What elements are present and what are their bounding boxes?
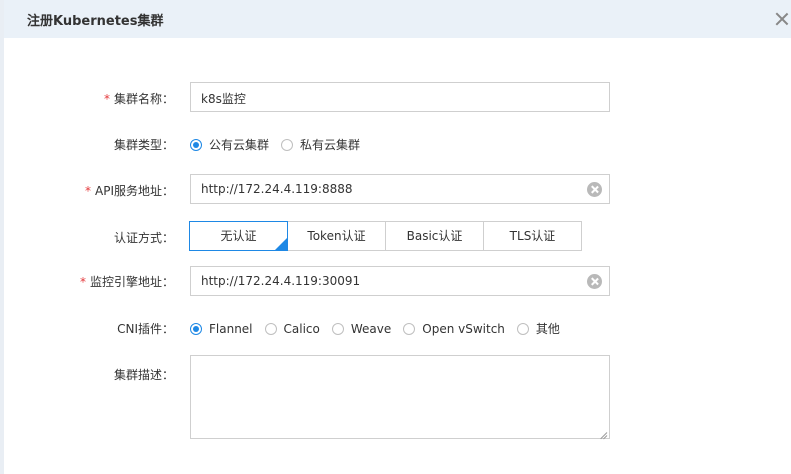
radio-checked-icon bbox=[190, 322, 202, 335]
auth-none-button[interactable]: 无认证 bbox=[189, 221, 288, 251]
cni-plugin-radio-group: Flannel Calico Weave Open vSwitch 其他 bbox=[190, 320, 572, 337]
radio-private-cloud[interactable]: 私有云集群 bbox=[281, 136, 360, 153]
radio-other[interactable]: 其他 bbox=[516, 320, 560, 337]
auth-tls-button[interactable]: TLS认证 bbox=[483, 221, 582, 251]
required-mark: * bbox=[85, 184, 91, 198]
dialog-header: 注册Kubernetes集群 bbox=[4, 0, 791, 38]
auth-token-button[interactable]: Token认证 bbox=[287, 221, 386, 251]
close-icon[interactable] bbox=[775, 12, 789, 26]
auth-basic-button[interactable]: Basic认证 bbox=[385, 221, 484, 251]
api-server-label-text: API服务地址： bbox=[95, 184, 174, 198]
radio-label: Open vSwitch bbox=[422, 321, 505, 336]
radio-weave[interactable]: Weave bbox=[331, 321, 392, 336]
required-mark: * bbox=[103, 92, 110, 106]
auth-method-segmented: 无认证 Token认证 Basic认证 TLS认证 bbox=[189, 221, 582, 251]
radio-open-vswitch[interactable]: Open vSwitch bbox=[403, 322, 505, 336]
clear-input-icon[interactable] bbox=[587, 182, 602, 197]
radio-unchecked-icon bbox=[403, 322, 416, 335]
monitor-engine-input[interactable]: http://172.24.4.119:30091 bbox=[190, 266, 610, 296]
required-mark: * bbox=[79, 275, 86, 289]
description-label: 集群描述： bbox=[113, 368, 174, 382]
monitor-engine-value: http://172.24.4.119:30091 bbox=[201, 274, 361, 288]
description-textarea[interactable] bbox=[190, 355, 610, 439]
cluster-name-value: k8s监控 bbox=[201, 92, 246, 106]
cluster-type-label: 集群类型： bbox=[113, 138, 174, 152]
cluster-name-label-text: 集群名称： bbox=[113, 92, 174, 106]
radio-unchecked-icon bbox=[516, 322, 529, 335]
api-server-input[interactable]: http://172.24.4.119:8888 bbox=[190, 174, 610, 204]
radio-calico[interactable]: Calico bbox=[264, 321, 320, 336]
radio-label: 私有云集群 bbox=[300, 138, 361, 152]
resize-handle-icon[interactable] bbox=[599, 428, 607, 436]
radio-unchecked-icon bbox=[331, 322, 344, 335]
radio-label: 公有云集群 bbox=[209, 138, 270, 152]
auth-method-label: 认证方式： bbox=[113, 231, 174, 245]
api-server-value: http://172.24.4.119:8888 bbox=[201, 182, 353, 196]
radio-public-cloud[interactable]: 公有云集群 bbox=[190, 136, 269, 153]
cluster-name-input[interactable]: k8s监控 bbox=[190, 82, 610, 112]
monitor-engine-label-text: 监控引擎地址： bbox=[89, 275, 174, 289]
cluster-type-radio-group: 公有云集群 私有云集群 bbox=[190, 136, 372, 153]
monitor-engine-label: * 监控引擎地址： bbox=[80, 273, 174, 290]
dialog-title: 注册Kubernetes集群 bbox=[27, 14, 164, 29]
radio-unchecked-icon bbox=[281, 138, 294, 151]
radio-label: Flannel bbox=[209, 321, 253, 336]
cluster-name-label: * 集群名称： bbox=[104, 90, 174, 107]
radio-unchecked-icon bbox=[264, 322, 277, 335]
cni-plugin-label: CNI插件： bbox=[117, 322, 174, 336]
clear-input-icon[interactable] bbox=[587, 274, 602, 289]
background-strip bbox=[0, 0, 4, 474]
radio-label: 其他 bbox=[535, 322, 560, 336]
radio-label: Weave bbox=[350, 321, 392, 336]
radio-checked-icon bbox=[190, 138, 202, 151]
radio-flannel[interactable]: Flannel bbox=[190, 322, 253, 336]
radio-label: Calico bbox=[283, 321, 320, 336]
api-server-label: * API服务地址： bbox=[85, 182, 174, 199]
